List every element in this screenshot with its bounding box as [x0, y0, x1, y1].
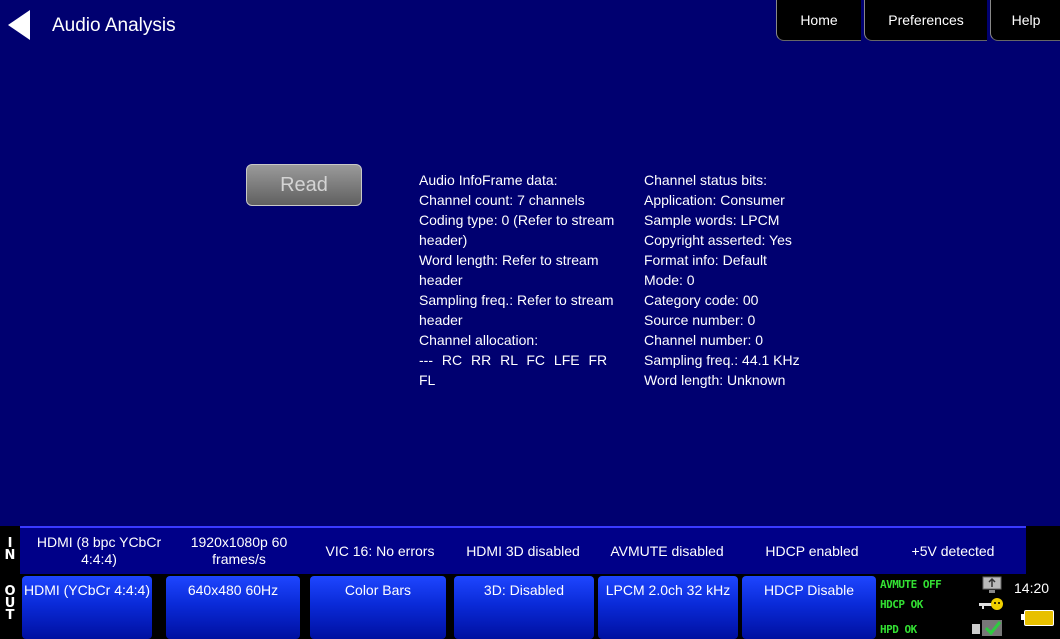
top-bar: Audio Analysis Home Preferences Help: [0, 0, 1060, 46]
help-button[interactable]: Help: [990, 0, 1060, 41]
status-line: Channel status bits:: [644, 172, 767, 188]
in-label-text: IN: [4, 536, 16, 563]
status-line: Format info: Default: [644, 252, 767, 268]
out-resolution-button[interactable]: 640x480 60Hz: [166, 576, 300, 639]
out-label: OUT: [0, 574, 20, 639]
infoframe-line: Sampling freq.: Refer to stream header: [419, 292, 614, 328]
infoframe-line: Channel count: 7 channels: [419, 192, 585, 208]
battery-icon: [1021, 610, 1054, 626]
status-line: Source number: 0: [644, 312, 756, 328]
in-avmute: AVMUTE disabled: [610, 542, 724, 559]
clock: 14:20: [1014, 580, 1050, 596]
audio-infoframe-panel: Audio InfoFrame data: Channel count: 7 c…: [419, 170, 633, 390]
input-status-bar: HDMI (8 bpc YCbCr 4:4:4) 1920x1080p 60 f…: [20, 526, 1026, 574]
infoframe-line: Word length: Refer to stream header: [419, 252, 599, 288]
infoframe-line: Audio InfoFrame data:: [419, 172, 558, 188]
key-icon: [979, 598, 1003, 610]
status-line: Category code: 00: [644, 292, 759, 308]
out-audio-button[interactable]: LPCM 2.0ch 32 kHz: [598, 576, 738, 639]
infoframe-line: Coding type: 0 (Refer to stream header): [419, 212, 615, 248]
monitor-icon: [982, 576, 1002, 593]
in-hdcp: HDCP enabled: [765, 542, 859, 559]
screen: Audio Analysis Home Preferences Help Rea…: [0, 0, 1060, 639]
in-5v: +5V detected: [911, 542, 995, 559]
avmute-status: AVMUTE OFF: [880, 578, 942, 591]
preferences-button[interactable]: Preferences: [864, 0, 987, 41]
status-line: Copyright asserted: Yes: [644, 232, 792, 248]
status-line: Word length: Unknown: [644, 372, 786, 388]
out-pattern-button[interactable]: Color Bars: [310, 576, 446, 639]
status-line: Application: Consumer: [644, 192, 785, 208]
out-signal-format-button[interactable]: HDMI (YCbCr 4:4:4): [22, 576, 152, 639]
in-resolution: 1920x1080p 60 frames/s: [190, 534, 288, 567]
read-button[interactable]: Read: [246, 164, 362, 206]
back-arrow-icon[interactable]: [8, 10, 30, 40]
hdcp-status: HDCP OK: [880, 598, 923, 611]
in-signal-format: HDMI (8 bpc YCbCr 4:4:4): [36, 534, 162, 567]
channel-status-panel: Channel status bits: Application: Consum…: [644, 170, 874, 390]
in-label: IN: [0, 526, 20, 574]
output-status-panel: AVMUTE OFF HDCP OK HPD OK: [878, 576, 1010, 639]
in-3d: HDMI 3D disabled: [466, 542, 580, 559]
in-vic: VIC 16: No errors: [325, 542, 435, 559]
output-control-bar: HDMI (YCbCr 4:4:4) 640x480 60Hz Color Ba…: [20, 574, 1060, 639]
home-button[interactable]: Home: [776, 0, 861, 41]
out-label-text: OUT: [4, 584, 16, 623]
status-line: Sampling freq.: 44.1 KHz: [644, 352, 800, 368]
channel-allocation-value: --- RC RR RL FC LFE FR FL: [419, 352, 608, 388]
out-hdcp-button[interactable]: HDCP Disable: [742, 576, 876, 639]
status-line: Mode: 0: [644, 272, 695, 288]
status-line: Channel number: 0: [644, 332, 764, 348]
status-line: Sample words: LPCM: [644, 212, 780, 228]
hpd-status: HPD OK: [880, 623, 917, 636]
page-title: Audio Analysis: [52, 15, 176, 36]
in-bar-spacer: [1026, 526, 1060, 574]
plug-check-icon: [972, 620, 1002, 636]
infoframe-line: Channel allocation:: [419, 332, 539, 348]
out-3d-button[interactable]: 3D: Disabled: [454, 576, 594, 639]
